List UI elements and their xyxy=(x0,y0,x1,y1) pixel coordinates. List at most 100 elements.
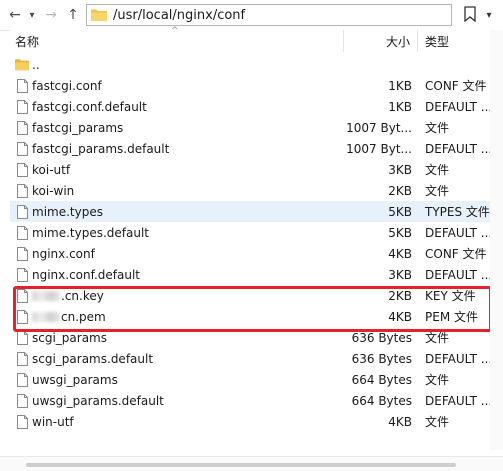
file-row[interactable]: scgi_params.default 636 Bytes DEFAULT ... xyxy=(10,348,493,369)
file-row[interactable]: nginx.conf 4KB CONF 文件 xyxy=(10,243,490,264)
back-history-dropdown[interactable]: ▾ xyxy=(26,5,38,25)
file-type: DEFAULT ... xyxy=(425,141,493,156)
file-type: PEM 文件 xyxy=(425,310,478,324)
file-name-text: win-utf xyxy=(32,414,74,429)
file-name-text: uwsgi_params xyxy=(32,372,118,387)
file-name-text: nginx.conf xyxy=(32,246,95,261)
redacted-filename-prefix xyxy=(32,311,60,322)
file-name-text: cn.key xyxy=(64,288,104,303)
file-row[interactable]: nginx.conf.default 3KB DEFAULT ... xyxy=(10,264,493,285)
vertical-scroll-thumb[interactable] xyxy=(493,30,500,330)
file-icon xyxy=(15,264,29,285)
file-row[interactable]: fastcgi_params 1007 Byt... 文件 xyxy=(10,117,490,138)
file-size: 3KB xyxy=(388,162,412,177)
column-header: 名称 大小 类型 xyxy=(10,30,490,52)
file-name: fastcgi_params.default xyxy=(32,138,169,159)
file-type: 文件 xyxy=(425,415,450,429)
path-text: /usr/local/nginx/conf xyxy=(113,7,246,23)
path-input[interactable]: /usr/local/nginx/conf xyxy=(86,4,452,26)
file-name: uwsgi_params.default xyxy=(32,390,164,411)
header-name[interactable]: 名称 xyxy=(15,30,39,52)
file-name-text: koi-win xyxy=(32,183,75,198)
file-row[interactable]: mime.types 5KB TYPES 文件 xyxy=(10,201,490,222)
file-row[interactable]: fastcgi.conf.default 1KB DEFAULT ... xyxy=(10,96,493,117)
file-list: .. fastcgi.conf 1KB CONF 文件 fastcgi.conf.def… xyxy=(10,54,493,432)
file-name-text: fastcgi_params.default xyxy=(32,141,170,156)
back-arrow-icon: ← xyxy=(9,7,21,23)
header-size-label: 大小 xyxy=(386,34,411,49)
file-row[interactable]: fastcgi.conf 1KB CONF 文件 xyxy=(10,75,490,96)
file-type: DEFAULT ... xyxy=(425,99,493,114)
file-icon xyxy=(15,75,29,96)
bookmark-add-icon xyxy=(463,5,477,25)
file-icon xyxy=(15,306,29,327)
file-name-text: nginx.conf.default xyxy=(32,267,141,282)
file-name: scgi_params.default xyxy=(32,348,153,369)
redacted-filename-prefix xyxy=(32,290,60,301)
header-type[interactable]: 类型 xyxy=(425,30,449,52)
file-size: 664 Bytes xyxy=(351,393,412,408)
file-icon xyxy=(15,117,29,138)
file-row[interactable]: .. xyxy=(10,54,490,75)
file-row[interactable]: uwsgi_params 664 Bytes 文件 xyxy=(10,369,490,390)
horizontal-scrollbar[interactable] xyxy=(0,456,503,471)
file-name: win-utf xyxy=(32,411,74,432)
file-name: mime.types xyxy=(32,201,103,222)
file-name-text: scgi_params xyxy=(32,330,107,345)
file-size: 4KB xyxy=(388,309,412,324)
column-divider[interactable] xyxy=(417,30,418,52)
header-size[interactable]: 大小 xyxy=(386,30,410,52)
file-type: DEFAULT ... xyxy=(425,351,493,366)
file-name-text: mime.types xyxy=(32,204,103,219)
file-name: fastcgi.conf.default xyxy=(32,96,147,117)
file-type: DEFAULT ... xyxy=(425,225,493,240)
bookmark-button[interactable] xyxy=(460,5,480,25)
file-row[interactable]: koi-utf 3KB 文件 xyxy=(10,159,490,180)
file-row[interactable]: scgi_params 636 Bytes 文件 xyxy=(10,327,490,348)
forward-button[interactable]: → xyxy=(42,5,60,25)
file-icon xyxy=(15,411,29,432)
file-icon xyxy=(15,96,29,117)
file-row[interactable]: koi-win 2KB 文件 xyxy=(10,180,490,201)
file-type: CONF 文件 xyxy=(425,247,487,261)
file-name-text: fastcgi_params xyxy=(32,120,124,135)
chevron-down-icon: ▾ xyxy=(29,9,35,21)
file-size: 664 Bytes xyxy=(351,372,412,387)
file-row[interactable]: fastcgi_params.default 1007 Byt... DEFAULT… xyxy=(10,138,493,159)
header-type-label: 类型 xyxy=(425,34,450,49)
horizontal-scroll-thumb[interactable] xyxy=(26,463,456,467)
folder-icon xyxy=(91,9,107,21)
file-size: 636 Bytes xyxy=(351,330,412,345)
file-size: 1KB xyxy=(388,99,412,114)
file-row[interactable]: mime.types.default 5KB DEFAULT ... xyxy=(10,222,493,243)
file-type: 文件 xyxy=(425,163,450,177)
file-row[interactable]: uwsgi_params.default 664 Bytes DEFAULT ... xyxy=(10,390,492,411)
file-type: DEFAULT ... xyxy=(425,267,493,282)
file-name: fastcgi_params xyxy=(32,117,123,138)
column-divider[interactable] xyxy=(343,30,344,52)
file-row[interactable]: cn.pem 4KB PEM 文件 xyxy=(10,306,490,327)
bookmark-dropdown[interactable]: ▾ xyxy=(481,5,497,25)
folder-icon xyxy=(15,54,29,75)
vertical-scrollbar[interactable] xyxy=(490,30,503,450)
back-button[interactable]: ← xyxy=(6,5,24,25)
file-type: 文件 xyxy=(425,121,450,135)
file-name-text: .. xyxy=(32,57,40,72)
toolbar: ← ▾ → ↑ /usr/local/nginx/conf ▾ xyxy=(0,0,503,31)
file-name-text: scgi_params.default xyxy=(32,351,154,366)
up-button[interactable]: ↑ xyxy=(64,5,82,25)
file-icon xyxy=(15,243,29,264)
file-name: . cn.key xyxy=(32,285,104,306)
file-type: CONF 文件 xyxy=(425,79,487,93)
file-icon xyxy=(15,348,29,369)
file-name: mime.types.default xyxy=(32,222,149,243)
sort-indicator-icon: ^ xyxy=(171,26,179,36)
file-row[interactable]: win-utf 4KB 文件 xyxy=(10,411,490,432)
file-type: 文件 xyxy=(425,373,450,387)
file-name: .. xyxy=(32,54,40,75)
file-size: 4KB xyxy=(388,246,412,261)
file-browser-window: ← ▾ → ↑ /usr/local/nginx/conf ▾ 名称 大小 类型… xyxy=(0,0,503,471)
file-row[interactable]: . cn.key 2KB KEY 文件 xyxy=(10,285,490,306)
file-icon xyxy=(15,138,29,159)
file-name: cn.pem xyxy=(32,306,106,327)
